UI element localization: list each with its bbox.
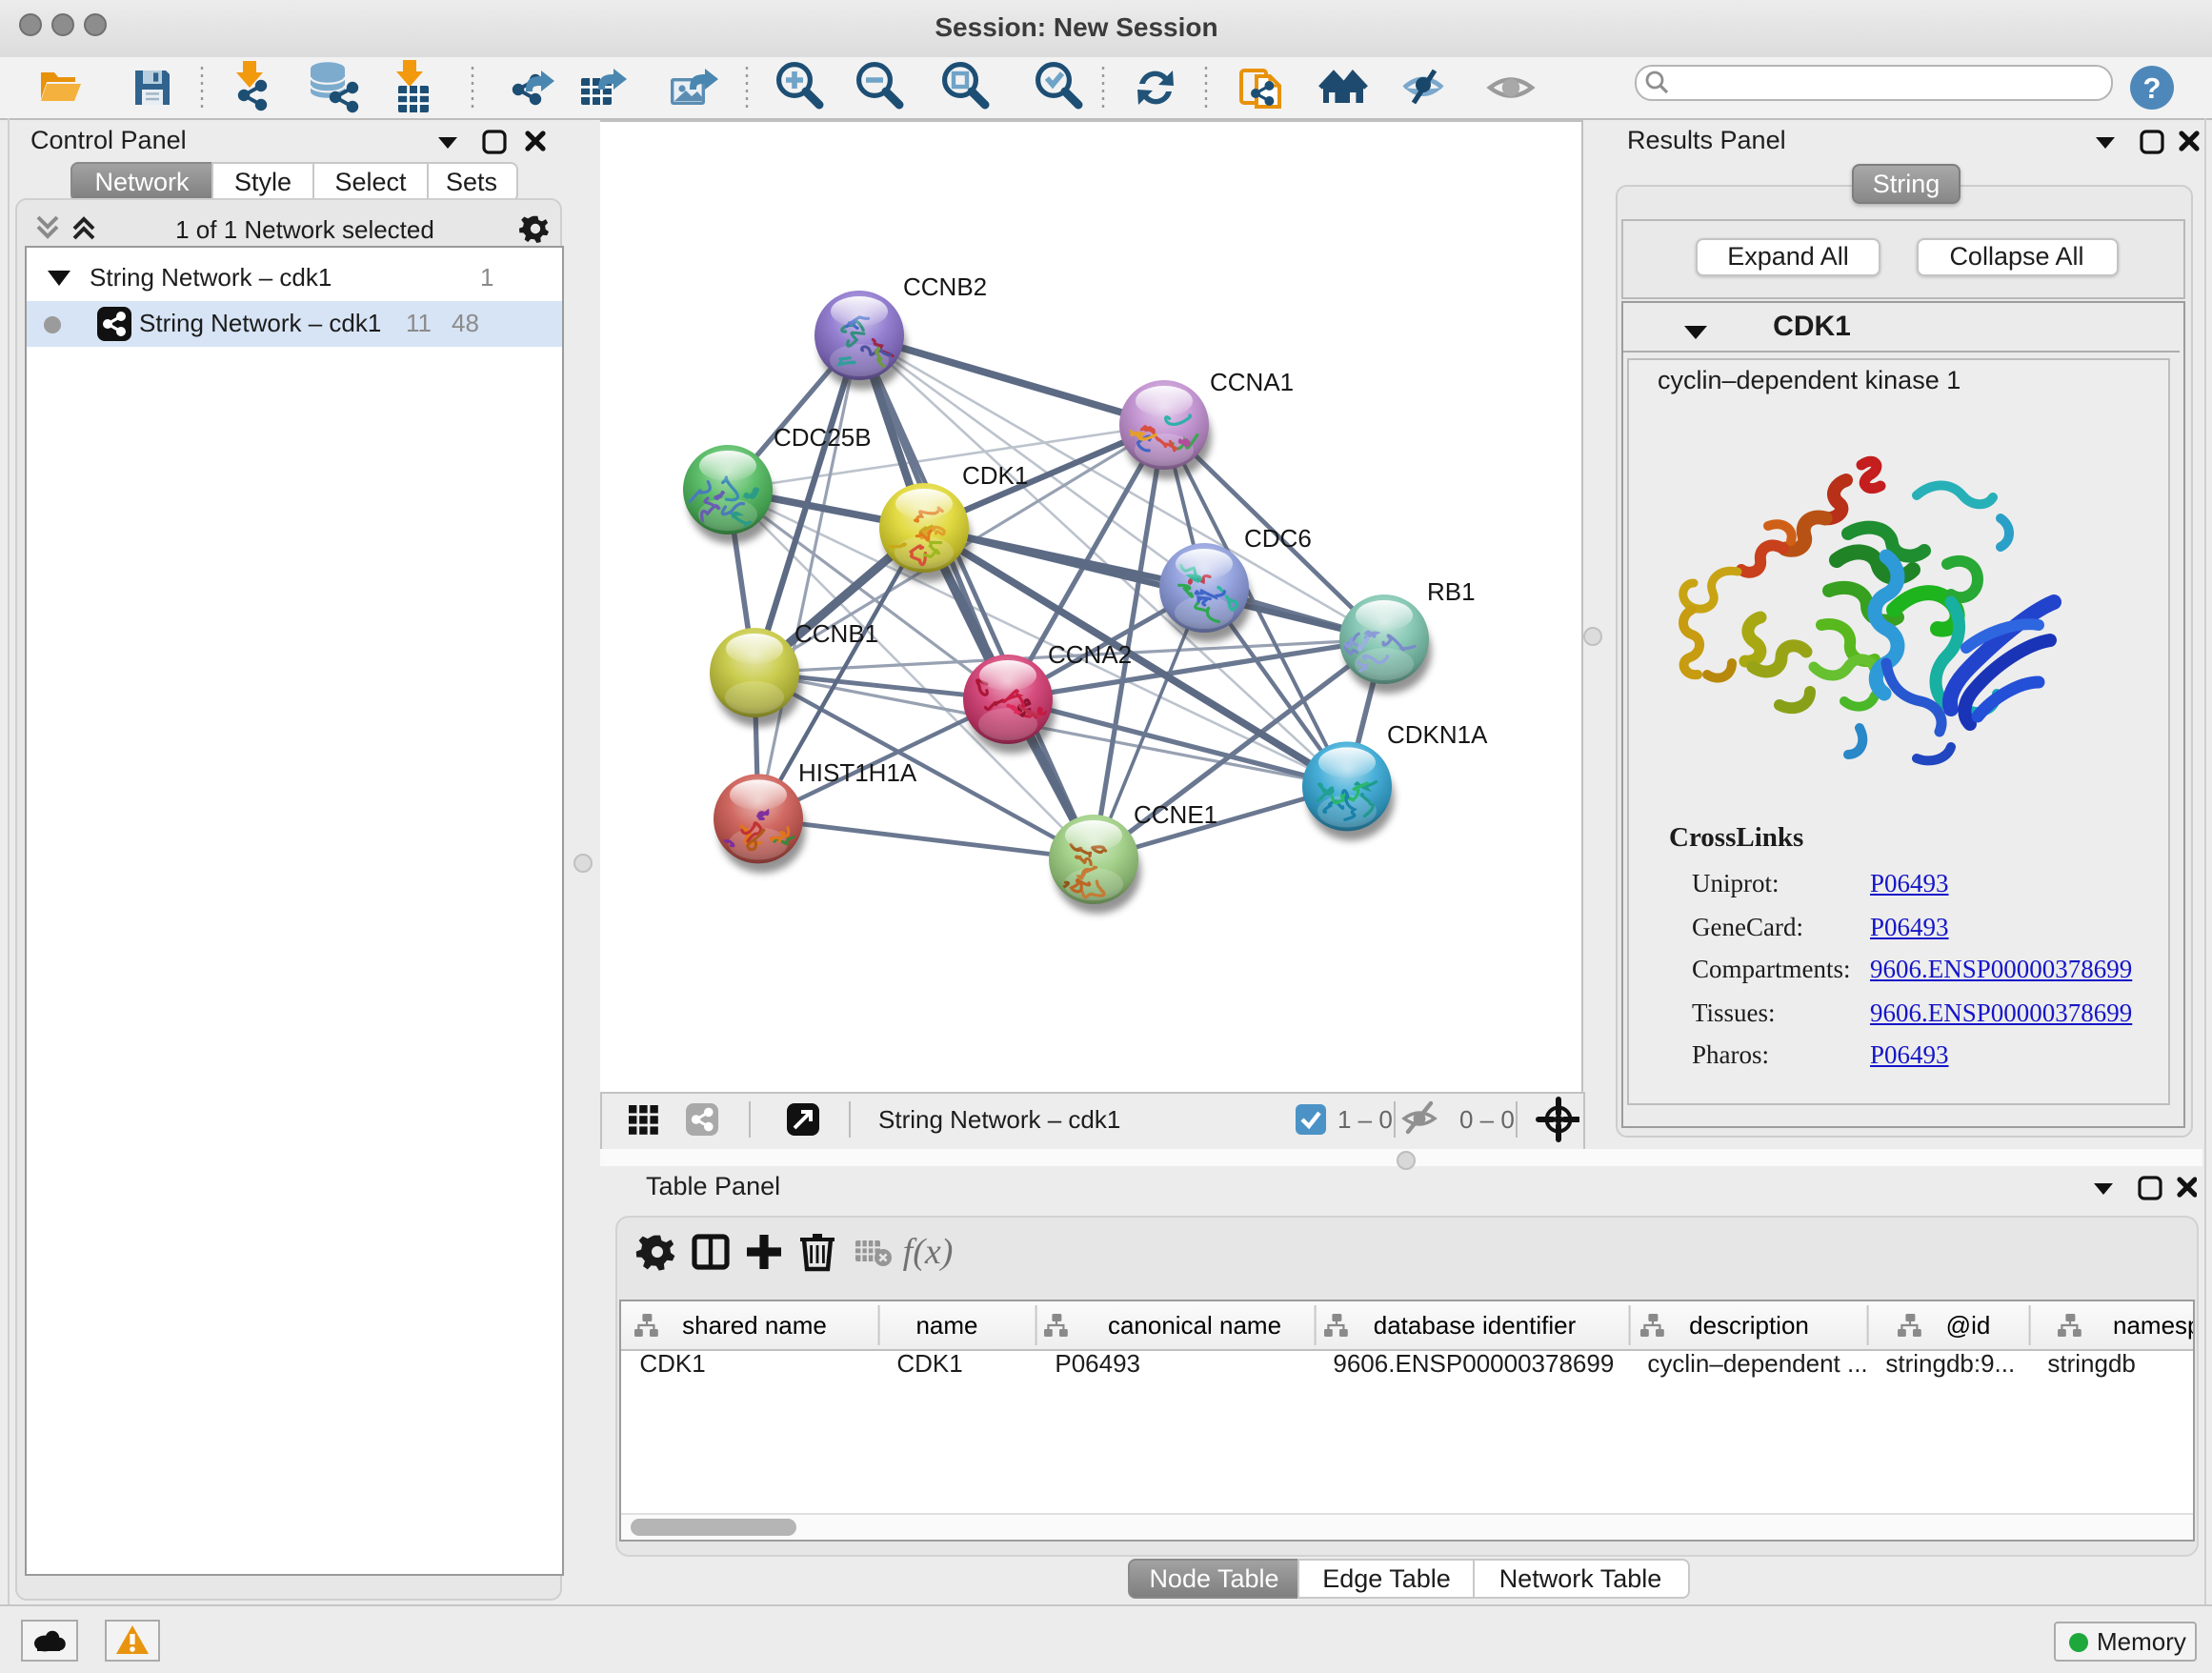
- svg-text:CCNB2: CCNB2: [903, 272, 987, 301]
- svg-text:CDC6: CDC6: [1244, 524, 1312, 553]
- svg-text:f(x): f(x): [903, 1232, 954, 1272]
- svg-text:CDKN1A: CDKN1A: [1387, 720, 1488, 749]
- svg-text:CDK1: CDK1: [962, 461, 1028, 490]
- svg-text:1 – 0: 1 – 0: [1337, 1105, 1393, 1134]
- svg-text:String Network – cdk1: String Network – cdk1: [878, 1105, 1120, 1134]
- svg-text:CCNB1: CCNB1: [794, 619, 878, 648]
- svg-text:shared name: shared name: [681, 1311, 826, 1340]
- svg-text:CCNE1: CCNE1: [1134, 800, 1217, 829]
- svg-text:HIST1H1A: HIST1H1A: [798, 758, 917, 787]
- svg-text:CCNA1: CCNA1: [1210, 368, 1294, 396]
- svg-text:@id: @id: [1945, 1311, 1990, 1340]
- svg-text:description: description: [1689, 1311, 1809, 1340]
- svg-text:CCNA2: CCNA2: [1048, 640, 1132, 669]
- svg-text:canonical name: canonical name: [1107, 1311, 1280, 1340]
- svg-text:CDC25B: CDC25B: [774, 423, 872, 452]
- svg-text:RB1: RB1: [1427, 577, 1476, 606]
- svg-text:database identifier: database identifier: [1373, 1311, 1576, 1340]
- svg-text:namespace: namespace: [2112, 1311, 2192, 1340]
- svg-text:0 – 0: 0 – 0: [1459, 1105, 1515, 1134]
- svg-text:name: name: [915, 1311, 977, 1340]
- svg-text:?: ?: [2143, 71, 2162, 105]
